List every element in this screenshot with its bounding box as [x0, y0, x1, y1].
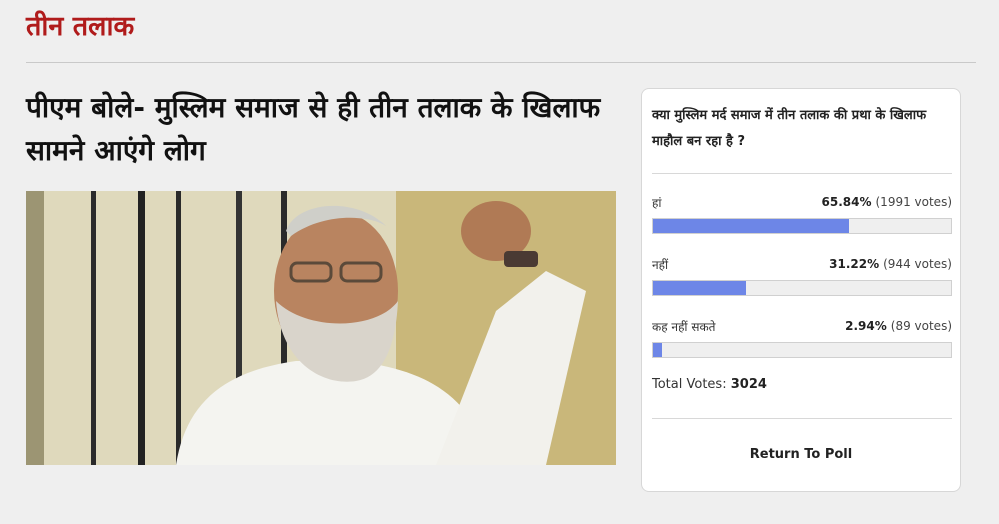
article-photo[interactable] [26, 191, 616, 465]
poll-option-percent: 65.84% [821, 195, 872, 209]
poll-option-bar [652, 218, 952, 234]
divider [26, 62, 976, 63]
poll-total-label: Total Votes: [652, 377, 727, 392]
poll-option-votes: (944 votes) [883, 257, 952, 271]
section-title[interactable]: तीन तलाक [26, 8, 134, 46]
poll-divider [652, 173, 952, 174]
return-to-poll-button[interactable]: Return To Poll [642, 447, 960, 462]
poll-option-bar [652, 342, 952, 358]
poll-option-percent: 2.94% [845, 319, 887, 333]
poll-total-votes: Total Votes: 3024 [652, 377, 767, 392]
poll-option: हां 65.84% (1991 votes) [652, 192, 952, 234]
poll-question: क्या मुस्लिम मर्द समाज में तीन तलाक की प… [652, 108, 927, 149]
poll-option-bar-fill [653, 219, 850, 233]
poll-option: कह नहीं सकते 2.94% (89 votes) [652, 316, 952, 358]
poll-option-votes: (1991 votes) [875, 195, 953, 209]
poll-option-label: कह नहीं सकते [652, 319, 716, 334]
poll-option: नहीं 31.22% (944 votes) [652, 254, 952, 296]
poll-option-label: नहीं [652, 257, 669, 272]
poll-widget: क्या मुस्लिम मर्द समाज में तीन तलाक की प… [641, 88, 961, 492]
poll-option-bar-fill [653, 343, 662, 357]
poll-total-value: 3024 [730, 377, 767, 392]
poll-option-bar [652, 280, 952, 296]
article-headline[interactable]: पीएम बोले- मुस्लिम समाज से ही तीन तलाक क… [26, 86, 626, 172]
poll-option-votes: (89 votes) [890, 319, 952, 333]
poll-option-percent: 31.22% [829, 257, 880, 271]
poll-option-label: हां [652, 195, 662, 210]
poll-divider [652, 418, 952, 419]
poll-option-bar-fill [653, 281, 747, 295]
